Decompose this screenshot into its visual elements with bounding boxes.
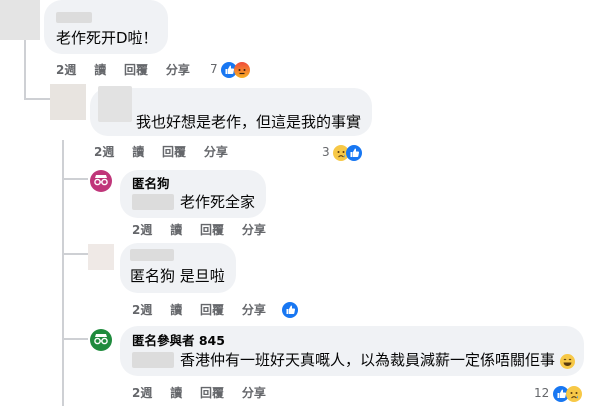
reply-link[interactable]: 回覆 — [124, 63, 148, 77]
comment-text: 我也好想是老作，但這是我的事實 — [136, 113, 362, 131]
comment-text: 香港仲有一班好天真嘅人，以為裁員減薪一定係唔關佢事 — [180, 351, 556, 369]
reaction-summary[interactable]: 12 — [534, 384, 583, 402]
reaction-count: 3 — [322, 145, 330, 159]
thread-line-main — [24, 40, 26, 100]
reply-link[interactable]: 回覆 — [200, 223, 224, 237]
avatar[interactable] — [88, 244, 114, 270]
avatar[interactable] — [50, 84, 86, 120]
reaction-count: 12 — [534, 386, 550, 400]
comment-text: 匿名狗 是旦啦 — [130, 267, 225, 285]
comment-actions: 2週 讀 回覆 分享 — [56, 62, 204, 78]
anonymous-participant-avatar[interactable] — [90, 329, 112, 351]
timestamp[interactable]: 2週 — [132, 223, 152, 237]
reaction-summary[interactable] — [282, 300, 298, 318]
redacted-author-name — [130, 249, 174, 261]
comment-text: 老作死开D啦！ — [56, 29, 158, 47]
sad-icon — [566, 385, 583, 402]
author-name[interactable]: 匿名參與者 845 — [132, 333, 225, 349]
comment-text: 老作死全家 — [180, 193, 256, 211]
reaction-summary[interactable]: 7 — [210, 60, 251, 78]
comment-actions: 2週 讀 回覆 分享 — [132, 222, 280, 238]
reply-link[interactable]: 回覆 — [162, 145, 186, 159]
redacted-author-name — [56, 12, 92, 23]
share-link[interactable]: 分享 — [242, 386, 266, 400]
incognito-icon — [94, 175, 108, 186]
angry-icon — [234, 61, 251, 78]
reply-link[interactable]: 回覆 — [200, 303, 224, 317]
share-link[interactable]: 分享 — [204, 145, 228, 159]
translate-link[interactable]: 讀 — [170, 386, 182, 400]
reaction-summary[interactable]: 3 — [322, 143, 363, 161]
author-name[interactable]: 匿名狗 — [132, 176, 170, 192]
comment-actions: 2週 讀 回覆 分享 — [132, 302, 280, 318]
like-icon — [282, 301, 298, 318]
translate-link[interactable]: 讀 — [132, 145, 144, 159]
translate-link[interactable]: 讀 — [170, 223, 182, 237]
thread-connector — [62, 253, 88, 255]
share-link[interactable]: 分享 — [242, 223, 266, 237]
avatar[interactable] — [0, 0, 40, 40]
translate-link[interactable]: 讀 — [170, 303, 182, 317]
share-link[interactable]: 分享 — [242, 303, 266, 317]
thread-connector — [24, 98, 50, 100]
anonymous-dog-avatar[interactable] — [90, 170, 112, 192]
incognito-icon — [94, 334, 108, 345]
share-link[interactable]: 分享 — [166, 63, 190, 77]
timestamp[interactable]: 2週 — [132, 303, 152, 317]
comment-actions: 2週 讀 回覆 分享 — [94, 144, 242, 160]
translate-link[interactable]: 讀 — [94, 63, 106, 77]
timestamp[interactable]: 2週 — [94, 145, 114, 159]
reaction-count: 7 — [210, 62, 218, 76]
timestamp[interactable]: 2週 — [56, 63, 76, 77]
thread-connector — [62, 178, 88, 180]
redacted-author-name — [98, 86, 132, 122]
comment-actions: 2週 讀 回覆 分享 — [132, 385, 280, 401]
redacted-mention — [132, 194, 174, 210]
timestamp[interactable]: 2週 — [132, 386, 152, 400]
thread-connector — [62, 338, 88, 340]
reply-link[interactable]: 回覆 — [200, 386, 224, 400]
grinning-emoji-icon — [560, 354, 575, 369]
redacted-mention — [132, 352, 174, 368]
like-icon — [346, 144, 363, 161]
